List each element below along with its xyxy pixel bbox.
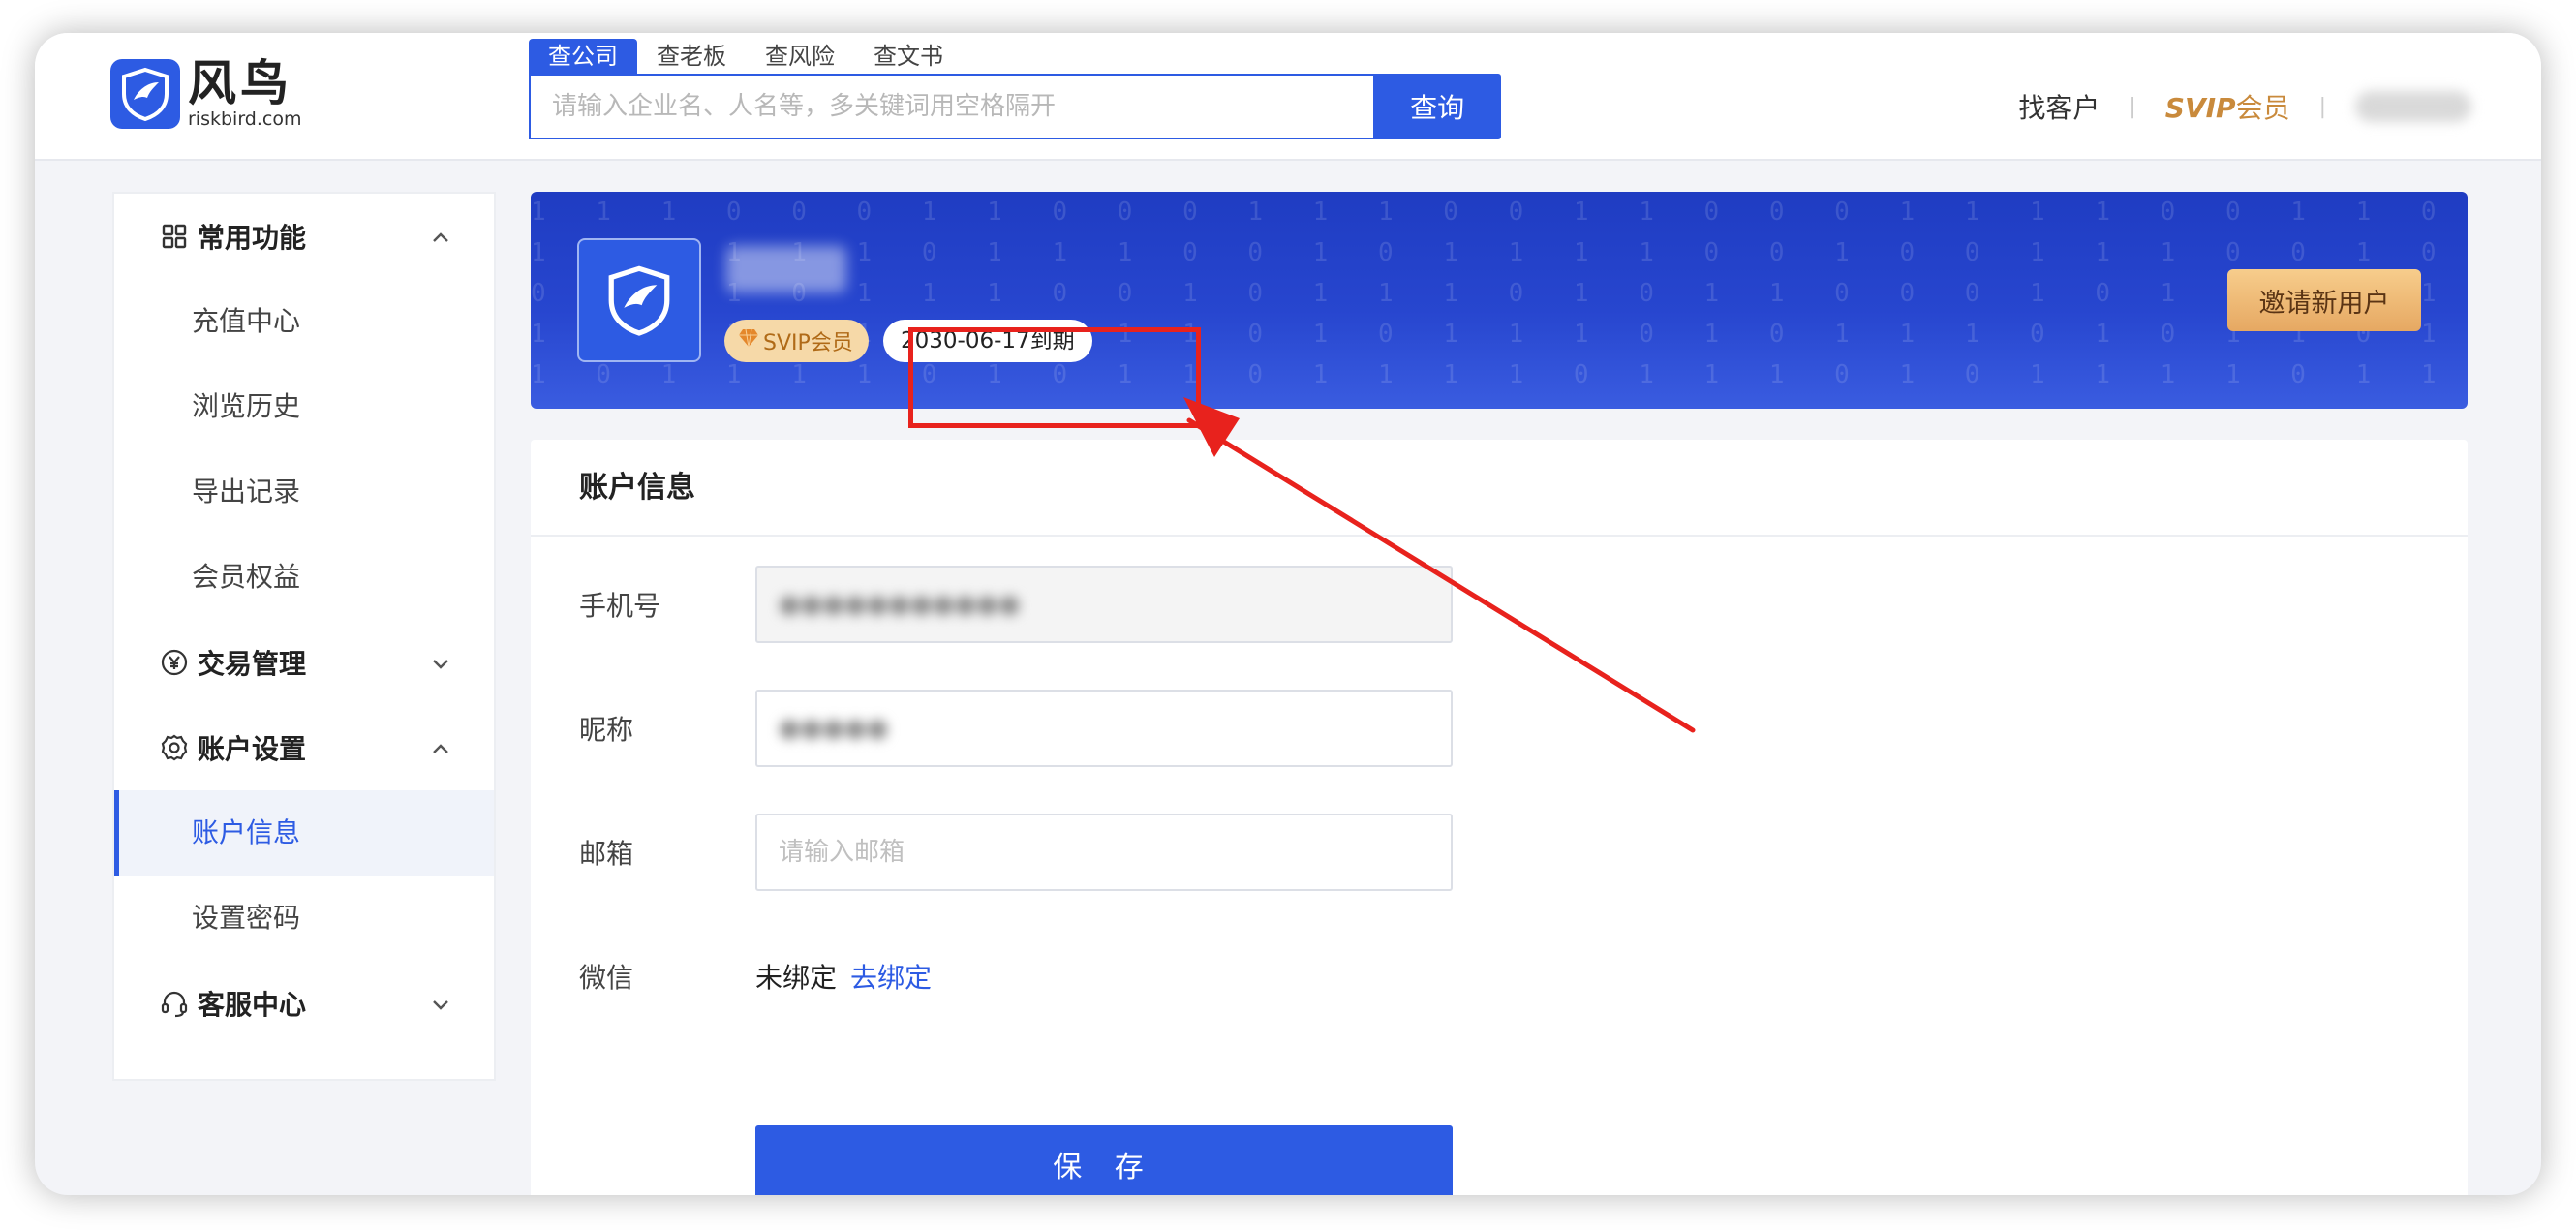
- menu-group-account-settings[interactable]: 账户设置: [114, 705, 494, 790]
- svip-text: SVIP: [2164, 92, 2236, 124]
- top-header: 风鸟 riskbird.com 查公司 查老板 查风险 查文书 查询 找客户 |…: [35, 33, 2541, 161]
- chevron-down-icon: [430, 990, 451, 1022]
- headset-icon: [159, 988, 190, 1019]
- nickname-label: 昵称: [579, 714, 634, 746]
- menu-group-label: 客服中心: [198, 989, 307, 1021]
- username-blurred: [726, 246, 846, 292]
- yuan-icon: [159, 647, 190, 678]
- search-tabs: 查公司 查老板 查风险 查文书: [529, 39, 1501, 74]
- email-label: 邮箱: [579, 838, 634, 870]
- menu-group-label: 交易管理: [198, 648, 307, 680]
- chevron-up-icon: [430, 734, 451, 766]
- sidebar-item-set-password[interactable]: 设置密码: [114, 876, 494, 961]
- menu-group-label: 账户设置: [198, 733, 307, 765]
- phone-field: ●●●●●●●●●●●: [755, 566, 1453, 643]
- binary-pattern: 1 0 1 1 1 1 0 1 0 1 1 0 1 1 1 1 0 1 1 1 …: [531, 360, 2468, 389]
- tab-boss[interactable]: 查老板: [637, 39, 746, 74]
- member-banner: 1 1 1 0 0 0 1 1 0 0 0 1 1 1 0 0 1 1 0 0 …: [531, 192, 2468, 409]
- logo-domain: riskbird.com: [188, 108, 302, 130]
- card-title: 账户信息: [531, 440, 2468, 537]
- nickname-row: 昵称 ●●●●●: [579, 690, 1453, 767]
- find-customer-link[interactable]: 找客户: [2018, 87, 2100, 126]
- logo-name: 风鸟: [188, 55, 292, 111]
- binary-pattern: 1 1 1 0 0 0 1 1 0 0 0 1 1 1 0 0 1 1 0 0 …: [531, 198, 2468, 227]
- search-button[interactable]: 查询: [1373, 74, 1501, 139]
- chevron-up-icon: [430, 223, 451, 255]
- nav-divider: |: [2129, 94, 2136, 119]
- account-info-card: 账户信息 手机号 ●●●●●●●●●●● 昵称 ●●●●● 邮箱 微信 未绑定 …: [531, 440, 2468, 1195]
- save-button[interactable]: 保 存: [755, 1125, 1453, 1195]
- sidebar-item-account-info[interactable]: 账户信息: [114, 790, 494, 876]
- wechat-row: 微信 未绑定 去绑定: [579, 938, 932, 1015]
- sidebar: 常用功能 充值中心 浏览历史 导出记录 会员权益 交易管理 账户设置 账户信息 …: [112, 192, 496, 1081]
- svip-member-text: 会员: [2235, 92, 2290, 124]
- menu-group-common[interactable]: 常用功能: [114, 194, 494, 279]
- avatar[interactable]: [577, 238, 701, 362]
- wechat-label: 微信: [579, 962, 634, 994]
- svip-link[interactable]: SVIP会员: [2165, 87, 2290, 126]
- expiry-badge: 2030-06-17到期: [883, 320, 1092, 362]
- phone-value-blurred: ●●●●●●●●●●●: [779, 590, 1021, 619]
- gear-icon: [159, 732, 190, 763]
- tab-document[interactable]: 查文书: [854, 39, 963, 74]
- menu-group-transactions[interactable]: 交易管理: [114, 620, 494, 705]
- nickname-value-blurred: ●●●●●: [779, 714, 889, 743]
- email-row: 邮箱: [579, 814, 1453, 891]
- browser-window: 风鸟 riskbird.com 查公司 查老板 查风险 查文书 查询 找客户 |…: [35, 33, 2541, 1195]
- wechat-bind-link[interactable]: 去绑定: [850, 957, 932, 996]
- phone-label: 手机号: [579, 590, 661, 622]
- tab-risk[interactable]: 查风险: [746, 39, 854, 74]
- user-menu-blurred[interactable]: [2355, 91, 2471, 122]
- sidebar-item-export[interactable]: 导出记录: [114, 449, 494, 535]
- menu-group-support[interactable]: 客服中心: [114, 961, 494, 1046]
- nickname-field[interactable]: ●●●●●: [755, 690, 1453, 767]
- email-field[interactable]: [755, 814, 1453, 891]
- sidebar-item-recharge[interactable]: 充值中心: [114, 279, 494, 364]
- sidebar-item-history[interactable]: 浏览历史: [114, 364, 494, 449]
- grid-icon: [159, 221, 190, 252]
- diamond-icon: [738, 328, 759, 354]
- search-area: 查公司 查老板 查风险 查文书 查询: [529, 39, 1501, 139]
- svip-badge: SVIP会员: [724, 320, 869, 362]
- shield-icon: [608, 265, 670, 336]
- svip-badge-label: SVIP会员: [763, 331, 853, 355]
- sidebar-item-benefits[interactable]: 会员权益: [114, 535, 494, 620]
- phone-row: 手机号 ●●●●●●●●●●●: [579, 566, 1453, 643]
- header-nav: 找客户 | SVIP会员 |: [2018, 87, 2471, 126]
- nav-divider: |: [2318, 94, 2326, 119]
- chevron-down-icon: [430, 649, 451, 681]
- logo-shield-icon: [110, 59, 180, 129]
- menu-group-label: 常用功能: [198, 222, 307, 254]
- search-input[interactable]: [529, 74, 1374, 139]
- wechat-status: 未绑定: [755, 962, 838, 994]
- invite-user-button[interactable]: 邀请新用户: [2227, 269, 2421, 331]
- logo[interactable]: 风鸟 riskbird.com: [110, 58, 302, 130]
- tab-company[interactable]: 查公司: [529, 39, 637, 74]
